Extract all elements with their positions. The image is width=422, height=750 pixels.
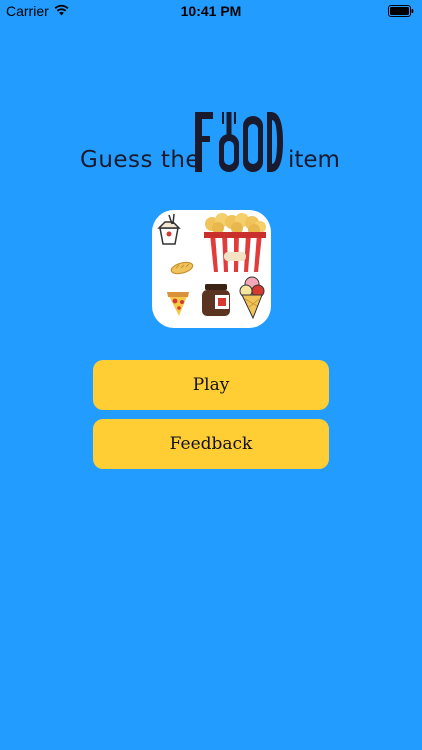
play-button[interactable]: Play (93, 360, 329, 410)
status-bar: Carrier 10:41 PM (0, 0, 422, 22)
takeout-box-icon (157, 213, 181, 245)
ice-cream-cone-icon (239, 276, 265, 320)
popcorn-bucket-icon (204, 213, 266, 272)
food-logo (195, 112, 283, 172)
status-time: 10:41 PM (180, 3, 242, 19)
food-collage-icon (152, 210, 271, 328)
feedback-button[interactable]: Feedback (93, 419, 329, 469)
title-prefix: Guess the (80, 147, 201, 173)
battery-icon (388, 5, 414, 17)
food-collage-graphic (157, 213, 266, 320)
bread-icon (170, 261, 194, 275)
app-title: Guess the item (78, 110, 348, 180)
pizza-slice-icon (167, 292, 189, 316)
title-suffix: item (288, 147, 340, 173)
jar-icon (202, 284, 230, 316)
